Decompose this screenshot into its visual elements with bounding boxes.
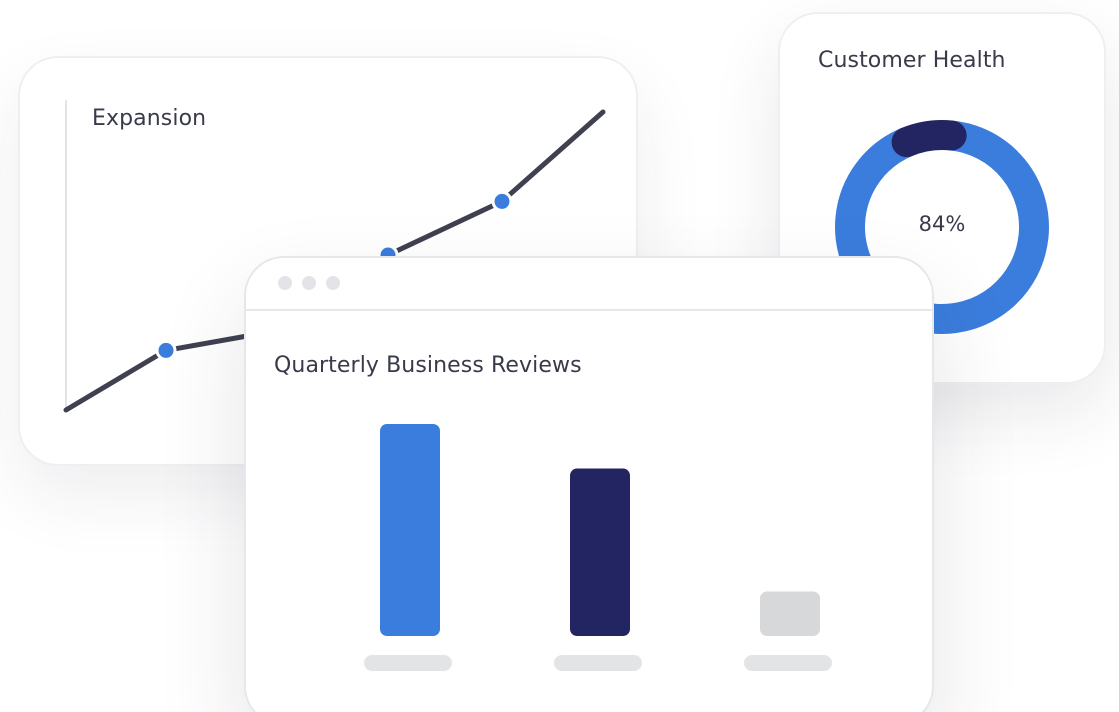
qbr-bar: [380, 424, 440, 636]
customer-health-percent: 84%: [918, 212, 966, 236]
dashboard-illustration: Expansion Customer Health 84% Quarterly …: [0, 0, 1119, 712]
qbr-bar-label-placeholder: [364, 655, 452, 671]
qbr-bar-chart: [364, 424, 832, 671]
qbr-bar: [760, 591, 820, 636]
qbr-bar-label-placeholder: [744, 655, 832, 671]
expansion-point: [155, 339, 177, 361]
expansion-point: [491, 190, 513, 212]
qbr-window: Quarterly Business Reviews: [244, 256, 934, 712]
qbr-bar: [570, 468, 630, 636]
qbr-bar-label-placeholder: [554, 655, 642, 671]
